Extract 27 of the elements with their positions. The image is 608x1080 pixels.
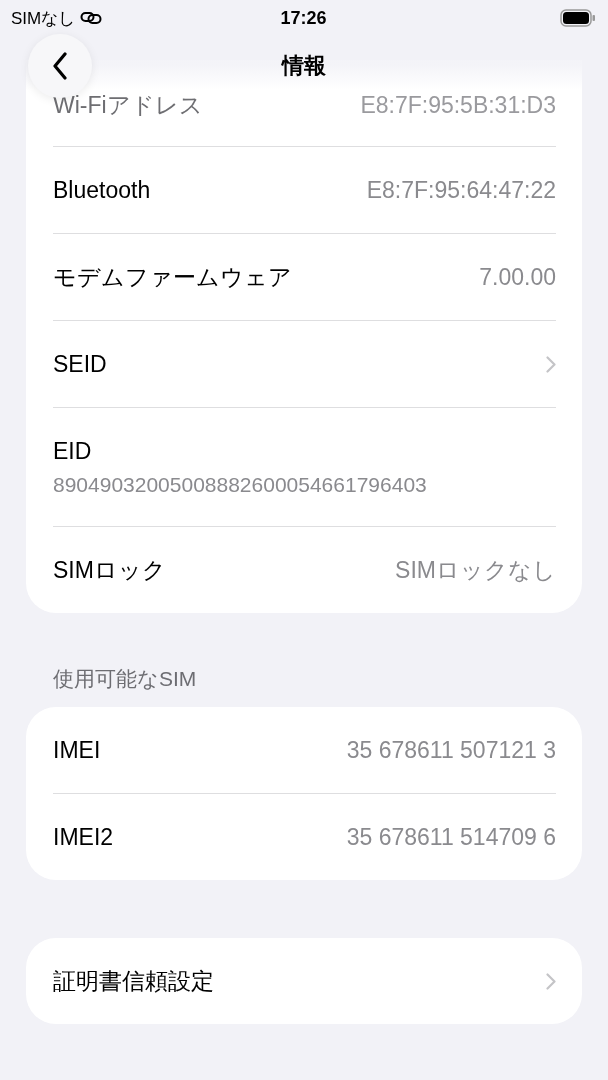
row-value: 89049032005008882600054661796403 bbox=[53, 472, 427, 497]
row-label: IMEI bbox=[53, 736, 101, 764]
page-title: 情報 bbox=[282, 52, 326, 80]
link-icon bbox=[80, 11, 103, 25]
row-label: Bluetooth bbox=[53, 176, 151, 204]
row-value: 7.00.00 bbox=[479, 263, 556, 291]
row-label: IMEI2 bbox=[53, 823, 114, 851]
row-label: 証明書信頼設定 bbox=[53, 966, 214, 996]
list-row[interactable]: 証明書信頼設定 bbox=[26, 938, 582, 1024]
row-value: E8:7F:95:5B:31:D3 bbox=[360, 91, 556, 119]
list-row[interactable]: SEID bbox=[26, 321, 582, 407]
row-label: EID bbox=[53, 437, 92, 465]
carrier-text: SIMなし bbox=[11, 7, 76, 30]
back-chevron-icon bbox=[52, 52, 68, 80]
row-value: 35 678611 507121 3 bbox=[346, 736, 556, 764]
battery-icon bbox=[560, 9, 596, 27]
clock-time: 17:26 bbox=[280, 7, 327, 29]
row-label: モデムファームウェア bbox=[53, 262, 292, 292]
chevron-icon bbox=[546, 972, 556, 990]
row-label: Wi-Fiアドレス bbox=[53, 90, 203, 120]
row-value: E8:7F:95:64:47:22 bbox=[366, 176, 556, 204]
section-header: 使用可能なSIM bbox=[52, 666, 198, 692]
chevron-icon bbox=[546, 355, 556, 373]
row-label: SEID bbox=[53, 350, 107, 378]
row-value: 35 678611 514709 6 bbox=[346, 823, 556, 851]
row-value: SIMロックなし bbox=[395, 555, 556, 585]
row-label: SIMロック bbox=[53, 555, 166, 585]
